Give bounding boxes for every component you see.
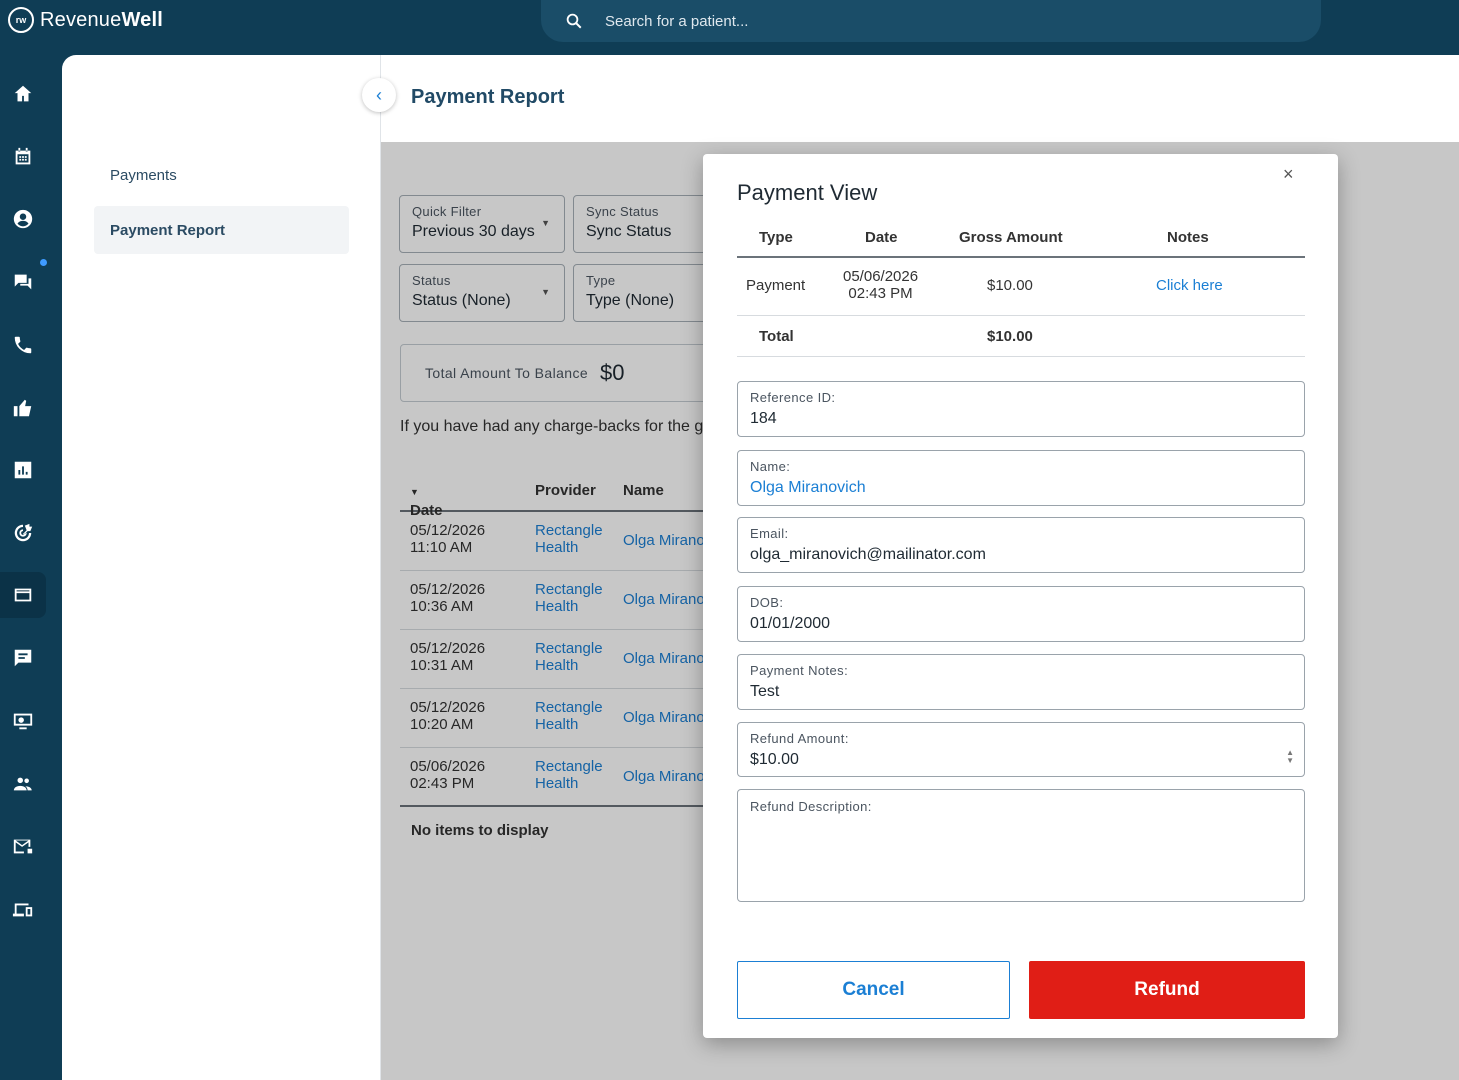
refund-amount-label: Refund Amount: <box>750 731 849 746</box>
search-icon <box>566 13 582 29</box>
reference-id-label: Reference ID: <box>750 390 836 405</box>
payment-type: Payment <box>746 277 806 294</box>
search-placeholder: Search for a patient... <box>605 12 749 30</box>
refund-amount-value: $10.00 <box>750 751 799 768</box>
top-bar: rw RevenueWell Search for a patient... <box>0 0 1459 55</box>
nav-calls[interactable] <box>0 322 46 368</box>
payment-table-header: Type Date Gross Amount Notes <box>737 228 1305 258</box>
chat-icon <box>14 274 32 290</box>
name-label: Name: <box>750 459 791 474</box>
total-label: Total <box>759 328 794 345</box>
refund-amount-input[interactable]: Refund Amount: $10.00 ▲ ▼ <box>737 722 1305 777</box>
payment-gross-amount: $10.00 <box>987 277 1033 294</box>
side-panel: Payments Payment Report <box>62 55 381 1080</box>
mail-icon <box>13 839 33 854</box>
message-icon <box>14 649 32 667</box>
notes-link[interactable]: Click here <box>1156 277 1223 294</box>
nav-team[interactable] <box>0 761 46 807</box>
patient-search[interactable]: Search for a patient... <box>541 0 1321 42</box>
nav-campaigns[interactable] <box>0 510 46 556</box>
monitor-icon <box>13 713 33 730</box>
logo-text: Revenue <box>40 8 122 31</box>
payment-notes-value: Test <box>750 683 780 700</box>
number-stepper-icon[interactable]: ▲ ▼ <box>1286 749 1294 765</box>
payment-notes-label: Payment Notes: <box>750 663 849 678</box>
cancel-button[interactable]: Cancel <box>737 961 1010 1019</box>
app-logo[interactable]: rw RevenueWell <box>8 6 163 34</box>
phone-icon <box>14 336 32 354</box>
nav-home[interactable] <box>0 71 46 117</box>
dob-field[interactable]: DOB: 01/01/2000 <box>737 586 1305 642</box>
page-title: Payment Report <box>411 86 565 108</box>
column-type: Type <box>759 229 793 246</box>
dob-value: 01/01/2000 <box>750 615 831 632</box>
people-icon <box>13 777 32 791</box>
nav-online[interactable] <box>0 698 46 744</box>
payment-time: 02:43 PM <box>848 285 913 302</box>
thumbs-up-icon <box>13 399 32 417</box>
home-icon <box>14 85 32 102</box>
column-gross-amount: Gross Amount <box>959 229 1063 246</box>
sidebar-item-payments[interactable]: Payments <box>94 151 349 199</box>
nav-devices[interactable] <box>0 886 46 932</box>
payment-view-dialog: Payment View × Type Date Gross Amount No… <box>703 154 1338 1038</box>
refund-description-label: Refund Description: <box>750 799 872 814</box>
target-icon <box>14 523 33 542</box>
column-notes: Notes <box>1167 229 1209 246</box>
dialog-title: Payment View <box>737 180 878 205</box>
nav-email[interactable] <box>0 823 46 869</box>
notification-dot <box>40 259 47 266</box>
logo-mark-icon: rw <box>8 7 34 33</box>
nav-schedule[interactable] <box>0 134 46 180</box>
email-field[interactable]: Email: olga_miranovich@mailinator.com <box>737 517 1305 573</box>
devices-icon <box>12 903 33 917</box>
close-icon[interactable]: × <box>1283 164 1294 185</box>
nav-analytics[interactable] <box>0 447 46 493</box>
reference-id-field[interactable]: Reference ID: 184 <box>737 381 1305 437</box>
payment-total-row: Total $10.00 <box>737 316 1305 357</box>
reference-id-value: 184 <box>750 410 777 427</box>
nav-patients[interactable] <box>0 196 46 242</box>
nav-payments[interactable] <box>0 572 46 618</box>
refund-button[interactable]: Refund <box>1029 961 1305 1019</box>
payment-row: Payment 05/06/2026 02:43 PM $10.00 Click … <box>737 258 1305 316</box>
nav-chat[interactable] <box>0 635 46 681</box>
payment-card-icon <box>14 588 32 602</box>
payment-date: 05/06/2026 <box>843 268 919 285</box>
email-label: Email: <box>750 526 789 541</box>
email-value: olga_miranovich@mailinator.com <box>750 546 986 563</box>
nav-reviews[interactable] <box>0 385 46 431</box>
patient-name-link[interactable]: Olga Miranovich <box>750 479 1292 497</box>
payment-notes-field[interactable]: Payment Notes: Test <box>737 654 1305 710</box>
nav-rail <box>0 55 62 1080</box>
refund-description-textarea[interactable]: Refund Description: <box>737 789 1305 902</box>
nav-messages[interactable] <box>0 259 46 305</box>
calendar-icon <box>15 147 31 165</box>
total-amount: $10.00 <box>987 328 1033 345</box>
patient-icon <box>13 209 33 229</box>
dob-label: DOB: <box>750 595 784 610</box>
sidebar-item-payment-report[interactable]: Payment Report <box>94 206 349 254</box>
collapse-sidebar-button[interactable]: ‹ <box>362 78 396 112</box>
chevron-left-icon: ‹ <box>376 84 382 105</box>
chart-icon <box>14 461 32 479</box>
logo-text-bold: Well <box>121 8 164 31</box>
name-field[interactable]: Name: Olga Miranovich <box>737 450 1305 506</box>
column-date: Date <box>865 229 898 246</box>
